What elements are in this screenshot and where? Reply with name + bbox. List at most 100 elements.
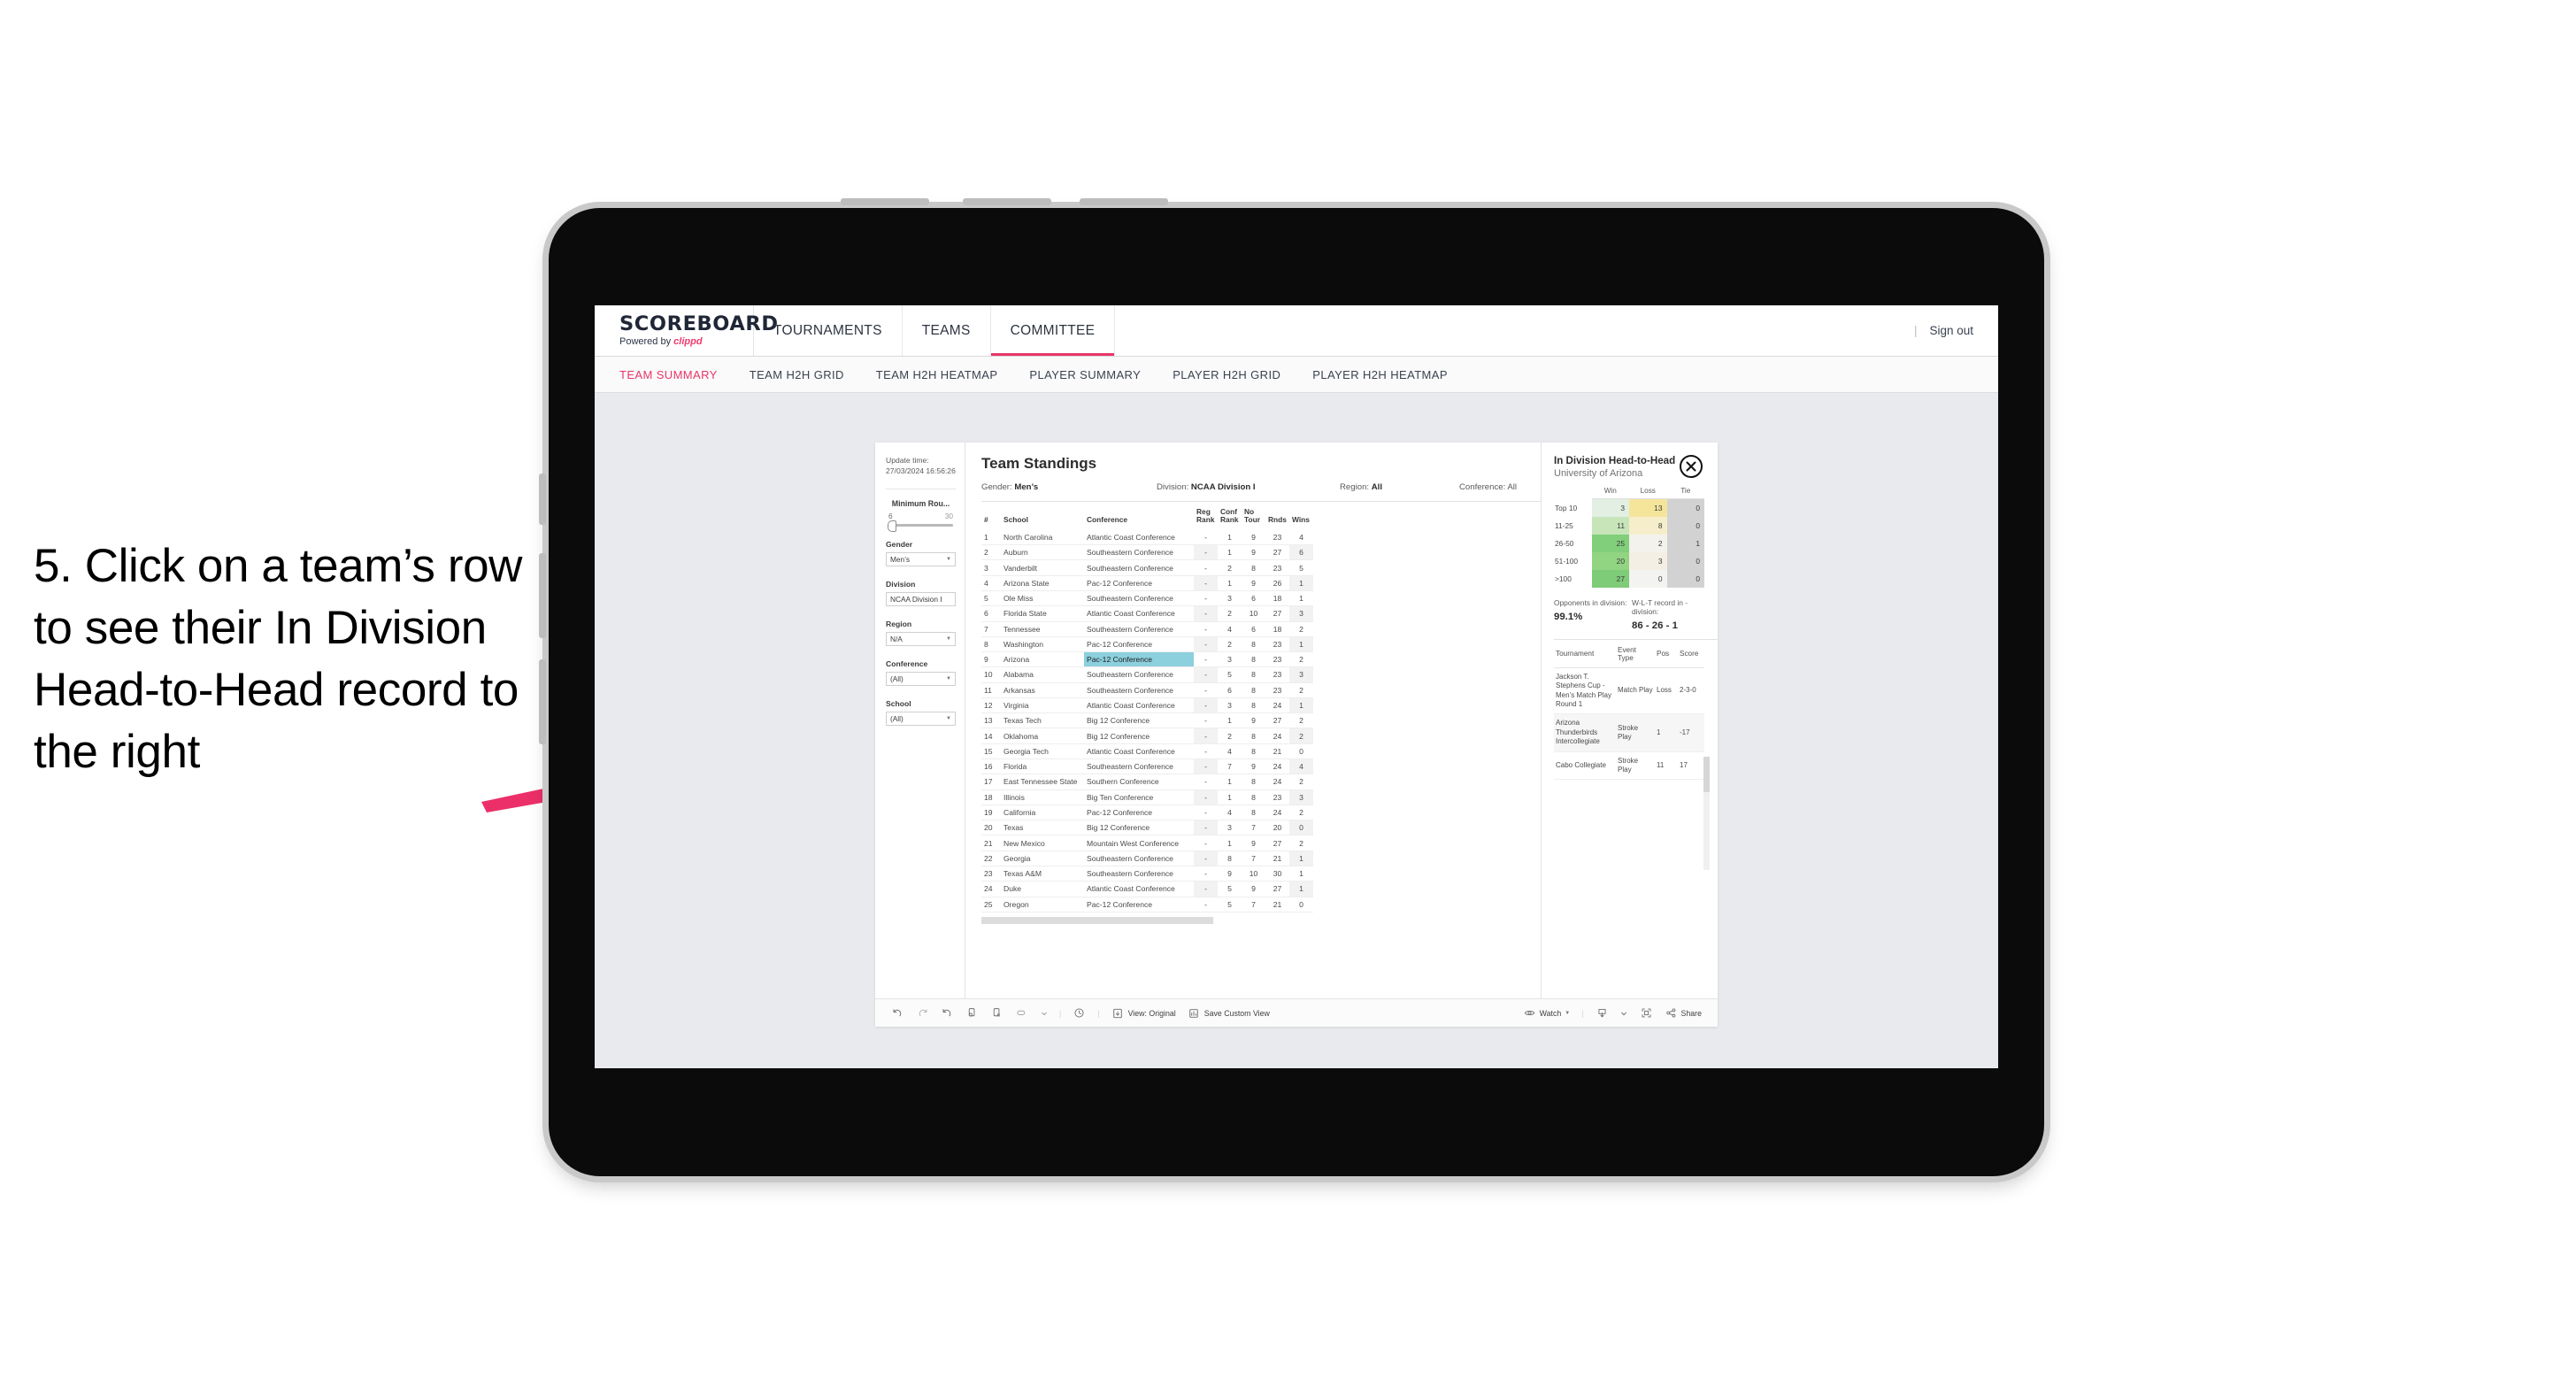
col-rank[interactable]: # [981, 508, 1001, 530]
subnav-player-h2h-heatmap[interactable]: PLAYER H2H HEATMAP [1312, 368, 1448, 381]
table-row[interactable]: 12 Virginia Atlantic Coast Conference -3 8 24… [981, 697, 1313, 714]
col-rnds[interactable]: Rnds [1265, 508, 1289, 530]
cell-no-tour: 8 [1242, 805, 1265, 821]
app-logo[interactable]: SCOREBOARD Powered by clippd [595, 305, 778, 356]
table-row[interactable]: 1 North Carolina Atlantic Coast Conference… [981, 529, 1313, 546]
fullscreen-icon[interactable] [1640, 1006, 1653, 1020]
subnav-player-h2h-grid[interactable]: PLAYER H2H GRID [1173, 368, 1280, 381]
revert-icon[interactable] [941, 1006, 954, 1020]
table-row[interactable]: 9 Arizona Pac-12 Conference -3 8 23 2 [981, 651, 1313, 668]
nav-tab-teams[interactable]: TEAMS [903, 305, 991, 356]
cell-rank: 5 [981, 590, 1001, 607]
horizontal-scrollbar[interactable] [981, 916, 1213, 924]
pause-updates-icon[interactable] [990, 1006, 1003, 1020]
refresh-data-icon[interactable] [965, 1006, 979, 1020]
cell-rnds: 21 [1265, 743, 1289, 760]
school-select[interactable]: (All) ▼ [886, 711, 956, 726]
share-button[interactable]: Share [1665, 1006, 1702, 1020]
col-no-tour[interactable]: No Tour [1242, 507, 1265, 530]
close-icon[interactable] [1680, 455, 1703, 478]
table-row[interactable]: 25 Oregon Pac-12 Conference -5 7 21 0 [981, 897, 1313, 912]
share-icon [1665, 1006, 1678, 1020]
table-row[interactable]: 21 New Mexico Mountain West Conference -1 9 2… [981, 835, 1313, 851]
table-row[interactable]: 23 Texas A&M Southeastern Conference -9 10 30… [981, 866, 1313, 882]
table-row[interactable]: 15 Georgia Tech Atlantic Coast Conference -… [981, 743, 1313, 760]
cell-no-tour: 7 [1242, 897, 1265, 912]
scrollbar-thumb[interactable] [1703, 757, 1710, 792]
cell-no-tour: 8 [1242, 666, 1265, 683]
tournament-row[interactable]: Arizona Thunderbirds Intercollegiate Stro… [1554, 713, 1704, 752]
cell-wins: 1 [1289, 575, 1313, 591]
cell-rnds: 21 [1265, 897, 1289, 912]
gender-select[interactable]: Men’s ▼ [886, 551, 956, 566]
sign-out-link[interactable]: Sign out [1929, 324, 1973, 337]
view-original-label: View: Original [1127, 1008, 1176, 1018]
undo-icon[interactable] [891, 1006, 904, 1020]
table-row[interactable]: 18 Illinois Big Ten Conference -1 8 23 3 [981, 789, 1313, 805]
table-row[interactable]: 22 Georgia Southeastern Conference -8 7 21 1 [981, 851, 1313, 867]
save-custom-view-button[interactable]: Save Custom View [1188, 1006, 1270, 1020]
subnav-player-summary[interactable]: PLAYER SUMMARY [1029, 368, 1141, 381]
table-row[interactable]: 6 Florida State Atlantic Coast Conference -… [981, 605, 1313, 622]
device-button-volume-down [539, 659, 546, 744]
table-row[interactable]: 14 Oklahoma Big 12 Conference -2 8 24 2 [981, 728, 1313, 744]
table-row[interactable]: 5 Ole Miss Southeastern Conference -3 6 18 1 [981, 590, 1313, 607]
cell-rank: 18 [981, 789, 1001, 805]
view-original-button[interactable]: View: Original [1111, 1006, 1176, 1020]
subnav-team-summary[interactable]: TEAM SUMMARY [619, 368, 718, 381]
table-row[interactable]: 16 Florida Southeastern Conference -7 9 24 4 [981, 758, 1313, 775]
cell-reg-rank: - [1194, 805, 1218, 821]
cell-conference: Atlantic Coast Conference [1084, 697, 1194, 714]
watch-button[interactable]: Watch ▼ [1523, 1006, 1570, 1020]
cell-wins: 3 [1289, 789, 1313, 805]
conference-select[interactable]: (All) ▼ [886, 671, 956, 686]
vertical-scrollbar[interactable] [1703, 757, 1710, 870]
table-row[interactable]: 2 Auburn Southeastern Conference -1 9 27 6 [981, 544, 1313, 561]
table-row[interactable]: 11 Arkansas Southeastern Conference -6 8 23 2 [981, 682, 1313, 698]
region-select[interactable]: N/A ▼ [886, 631, 956, 646]
cell-school: Washington [1001, 636, 1084, 653]
subnav-team-h2h-grid[interactable]: TEAM H2H GRID [750, 368, 844, 381]
chevron-down-icon[interactable] [1040, 1006, 1048, 1020]
division-select[interactable]: NCAA Division I [886, 591, 956, 606]
meta-region: Region: All [1340, 482, 1459, 492]
table-row[interactable]: 24 Duke Atlantic Coast Conference -5 9 27 1 [981, 881, 1313, 897]
cell-rank: 8 [981, 636, 1001, 653]
cell-conf-rank: 5 [1218, 666, 1242, 683]
minimum-rounds-slider[interactable] [888, 520, 953, 532]
col-wins[interactable]: Wins [1289, 508, 1313, 530]
cell-school: Texas [1001, 820, 1084, 836]
table-row[interactable]: 3 Vanderbilt Southeastern Conference -2 8 23 5 [981, 559, 1313, 576]
conference-filter: Conference (All) ▼ [886, 659, 956, 686]
subnav-team-h2h-heatmap[interactable]: TEAM H2H HEATMAP [876, 368, 998, 381]
clock-history-icon[interactable] [1073, 1006, 1086, 1020]
nav-tab-tournaments[interactable]: TOURNAMENTS [754, 305, 903, 356]
gender-selected-value: Men’s [890, 554, 910, 564]
table-row[interactable]: 7 Tennessee Southeastern Conference -4 6 18 2 [981, 621, 1313, 637]
cell-rank: 16 [981, 758, 1001, 775]
table-row[interactable]: 10 Alabama Southeastern Conference -5 8 23 3 [981, 666, 1313, 683]
table-row[interactable]: 13 Texas Tech Big 12 Conference -1 9 27 2 [981, 712, 1313, 729]
cell-rnds: 23 [1265, 559, 1289, 576]
col-conf-rank[interactable]: Conf Rank [1218, 507, 1242, 530]
nav-tab-committee[interactable]: COMMITTEE [990, 305, 1116, 356]
chevron-down-icon: ▼ [946, 635, 951, 642]
table-row[interactable]: 17 East Tennessee State Southern Conferenc… [981, 774, 1313, 790]
table-row[interactable]: 8 Washington Pac-12 Conference -2 8 23 1 [981, 636, 1313, 653]
col-reg-rank[interactable]: Reg Rank [1194, 507, 1218, 530]
toolbar-divider-3: | [1581, 1008, 1584, 1018]
chevron-down-icon[interactable] [1620, 1006, 1628, 1020]
tournament-row[interactable]: Cabo Collegiate Stroke Play 11 17 [1554, 751, 1704, 781]
table-row[interactable]: 19 California Pac-12 Conference -4 8 24 2 [981, 805, 1313, 821]
tournament-row[interactable]: Jackson T. Stephens Cup - Men’s Match Pl… [1554, 667, 1704, 715]
slider-handle[interactable] [888, 520, 896, 532]
redo-icon[interactable] [916, 1006, 929, 1020]
cell-conference: Atlantic Coast Conference [1084, 605, 1194, 622]
col-conference[interactable]: Conference [1084, 508, 1194, 530]
col-school[interactable]: School [1001, 508, 1084, 530]
table-row[interactable]: 20 Texas Big 12 Conference -3 7 20 0 [981, 820, 1313, 836]
cell-no-tour: 7 [1242, 851, 1265, 867]
download-icon[interactable] [1596, 1006, 1609, 1020]
new-worksheet-icon[interactable] [1015, 1006, 1028, 1020]
table-row[interactable]: 4 Arizona State Pac-12 Conference -1 9 26 1 [981, 575, 1313, 591]
